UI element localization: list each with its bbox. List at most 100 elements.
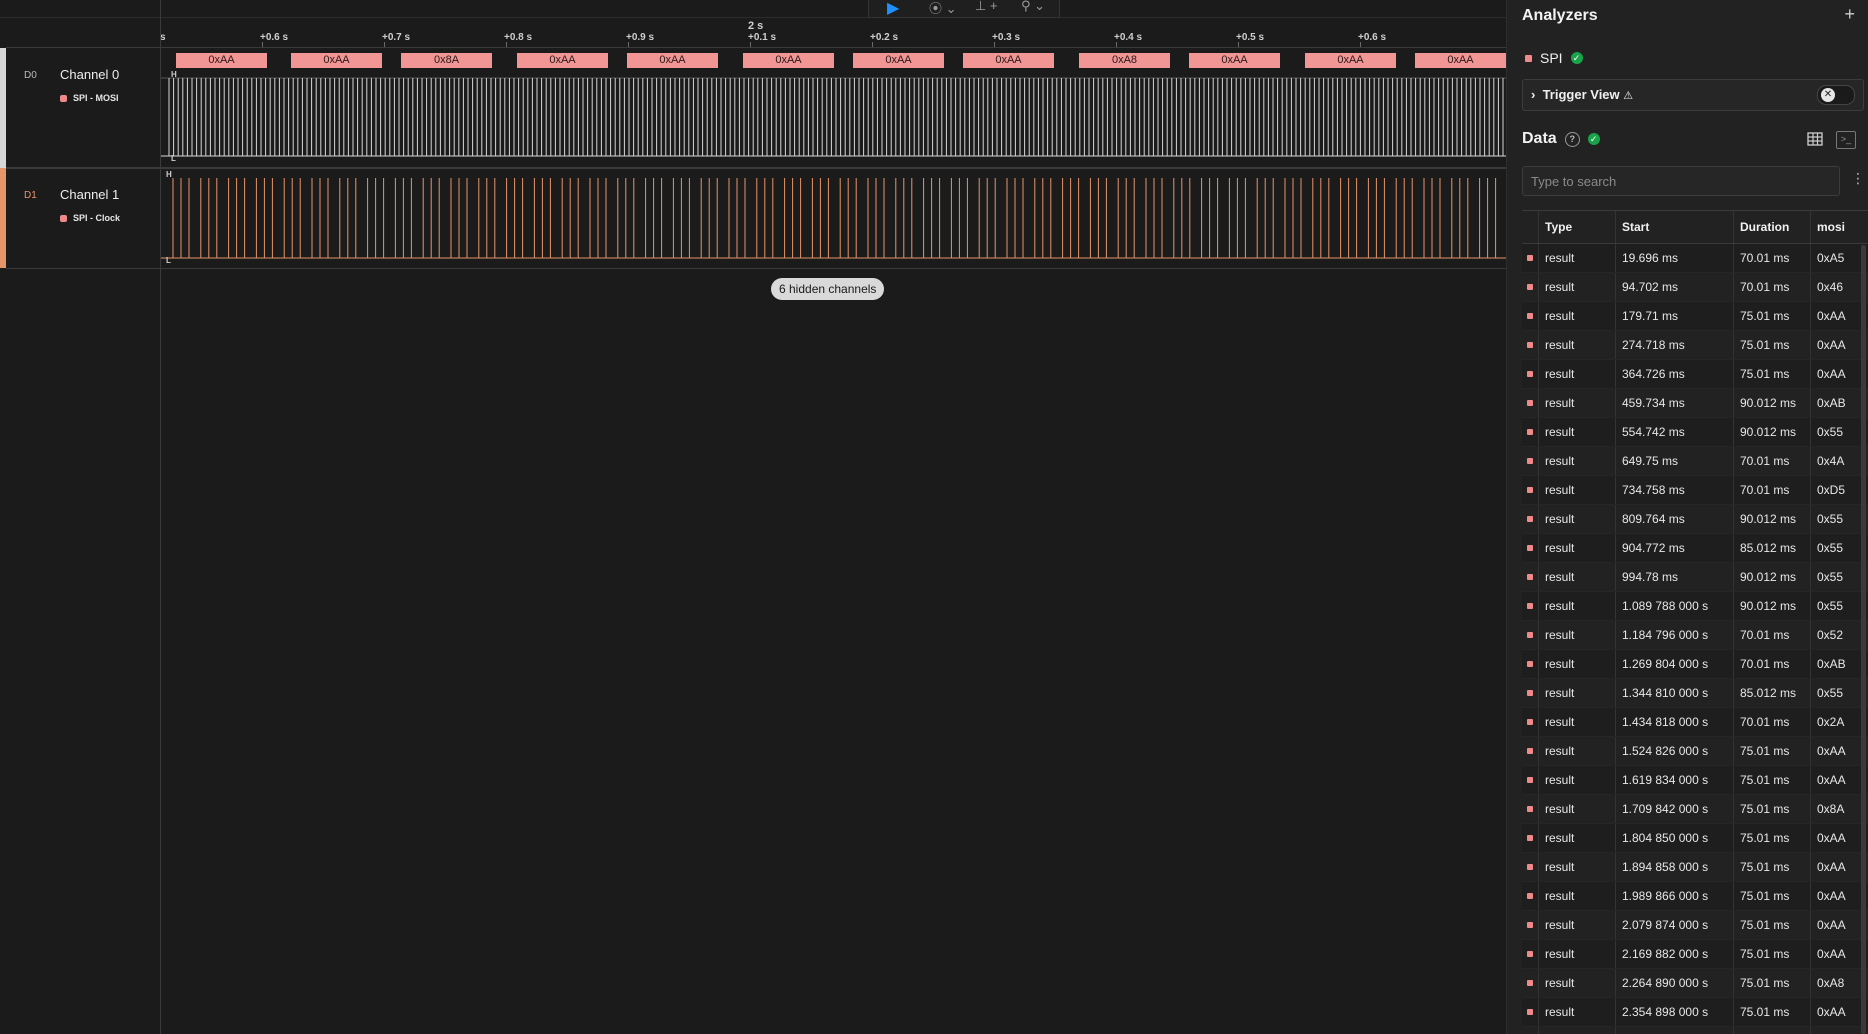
row-color-dot xyxy=(1527,661,1533,667)
table-row[interactable]: result 994.78 ms 90.012 ms 0x55 xyxy=(1522,563,1868,592)
channel-analyzer-label: SPI - Clock xyxy=(60,213,120,223)
table-row[interactable]: result 649.75 ms 70.01 ms 0x4A xyxy=(1522,447,1868,476)
table-scrollbar[interactable] xyxy=(1861,245,1866,1034)
add-measurement-icon[interactable]: ⊥ + xyxy=(975,0,998,14)
row-color-dot xyxy=(1527,574,1533,580)
wave-high-marker: H xyxy=(166,170,172,179)
table-row[interactable]: result 1.089 788 000 s 90.012 ms 0x55 xyxy=(1522,592,1868,621)
cell-type: result xyxy=(1545,425,1575,439)
time-ruler[interactable]: 2 s s +0.6 s +0.7 s +0.8 s +0.9 s +0.1 s +0.2 … xyxy=(0,0,1506,48)
cell-mosi: 0x8A xyxy=(1810,795,1868,823)
cell-duration: 90.012 ms xyxy=(1733,418,1820,446)
row-color-dot xyxy=(1527,458,1533,464)
cell-start: 1.089 788 000 s xyxy=(1615,592,1722,620)
table-row[interactable]: result 19.696 ms 70.01 ms 0xA5 xyxy=(1522,244,1868,273)
row-marker xyxy=(1522,853,1539,881)
row-marker xyxy=(1522,824,1539,852)
trigger-mode-icon[interactable]: ⦿ ⌄ xyxy=(929,0,957,16)
trigger-view-row[interactable]: › Trigger View ⚠ ✕ xyxy=(1522,79,1864,111)
cell-mosi: 0x4A xyxy=(1810,447,1868,475)
table-row[interactable]: result 1.184 796 000 s 70.01 ms 0x52 xyxy=(1522,621,1868,650)
cell-duration: 75.01 ms xyxy=(1733,940,1820,968)
table-row[interactable]: result 2.264 890 000 s 75.01 ms 0xA8 xyxy=(1522,969,1868,998)
row-marker xyxy=(1522,940,1539,968)
cell-type: result xyxy=(1545,396,1575,410)
table-row[interactable]: result 1.524 826 000 s 75.01 ms 0xAA xyxy=(1522,737,1868,766)
play-icon[interactable]: ▶ xyxy=(887,0,899,17)
cell-type: result xyxy=(1545,831,1575,845)
channel-row-0[interactable]: D0 Channel 0 SPI - MOSI 0xAA 0xAA 0x8A 0xAA… xyxy=(0,47,1506,169)
analyzer-item-spi[interactable]: SPI ✓ xyxy=(1525,50,1583,66)
row-marker xyxy=(1522,273,1539,301)
cell-duration: 85.012 ms xyxy=(1733,679,1820,707)
table-row[interactable]: result2.449 906 000 s 75.01 ms0xAA xyxy=(1522,1027,1868,1034)
terminal-icon[interactable]: >_ xyxy=(1836,131,1856,149)
data-section-title: Data ? ✓ xyxy=(1522,130,1600,148)
table-row[interactable]: result 179.71 ms 75.01 ms 0xAA xyxy=(1522,302,1868,331)
cell-type: result xyxy=(1545,338,1575,352)
table-row[interactable]: result 94.702 ms 70.01 ms 0x46 xyxy=(1522,273,1868,302)
trigger-view-toggle[interactable]: ✕ xyxy=(1817,85,1855,105)
table-row[interactable]: result 2.354 898 000 s 75.01 ms 0xAA xyxy=(1522,998,1868,1027)
table-row[interactable]: result 554.742 ms 90.012 ms 0x55 xyxy=(1522,418,1868,447)
cell-type: result xyxy=(1545,802,1575,816)
table-row[interactable]: result 904.772 ms 85.012 ms 0x55 xyxy=(1522,534,1868,563)
cell-start: 1.804 850 000 s xyxy=(1615,824,1722,852)
help-icon[interactable]: ? xyxy=(1564,131,1580,147)
channel-name[interactable]: Channel 1 xyxy=(60,187,119,202)
cell-start: 554.742 ms xyxy=(1615,418,1722,446)
column-header-type[interactable]: Type xyxy=(1545,211,1615,243)
row-color-dot xyxy=(1527,400,1533,406)
table-row[interactable]: result 364.726 ms 75.01 ms 0xAA xyxy=(1522,360,1868,389)
more-options-icon[interactable]: ⋮ xyxy=(1851,170,1865,187)
row-marker xyxy=(1522,708,1539,736)
hidden-channels-button[interactable]: 6 hidden channels xyxy=(771,278,885,300)
table-row[interactable]: result 1.894 858 000 s 75.01 ms 0xAA xyxy=(1522,853,1868,882)
channel-row-1[interactable]: D1 Channel 1 SPI - Clock HL xyxy=(0,167,1506,269)
cell-start: 274.718 ms xyxy=(1615,331,1722,359)
plus-icon[interactable]: + xyxy=(1844,4,1855,25)
table-row[interactable]: result 1.434 818 000 s 70.01 ms 0x2A xyxy=(1522,708,1868,737)
table-row[interactable]: result 1.269 804 000 s 70.01 ms 0xAB xyxy=(1522,650,1868,679)
row-color-dot xyxy=(1527,806,1533,812)
cell-duration: 70.01 ms xyxy=(1733,621,1820,649)
column-header-start[interactable]: Start xyxy=(1615,211,1722,243)
row-marker xyxy=(1522,592,1539,620)
row-marker xyxy=(1522,679,1539,707)
table-icon[interactable] xyxy=(1807,131,1823,147)
column-header-duration[interactable]: Duration xyxy=(1733,211,1820,243)
table-row[interactable]: result 2.169 882 000 s 75.01 ms 0xAA xyxy=(1522,940,1868,969)
row-marker xyxy=(1522,766,1539,794)
cell-mosi: 0xAB xyxy=(1810,389,1868,417)
table-row[interactable]: result 809.764 ms 90.012 ms 0x55 xyxy=(1522,505,1868,534)
row-color-dot xyxy=(1527,1009,1533,1015)
table-row[interactable]: result 2.079 874 000 s 75.01 ms 0xAA xyxy=(1522,911,1868,940)
table-row[interactable]: result 1.804 850 000 s 75.01 ms 0xAA xyxy=(1522,824,1868,853)
cell-type: result xyxy=(1545,628,1575,642)
channel-1-wave[interactable]: HL xyxy=(161,168,1506,268)
table-row[interactable]: result 734.758 ms 70.01 ms 0xD5 xyxy=(1522,476,1868,505)
row-color-dot xyxy=(1527,429,1533,435)
cell-type: result xyxy=(1545,773,1575,787)
table-row[interactable]: result 1.619 834 000 s 75.01 ms 0xAA xyxy=(1522,766,1868,795)
table-row[interactable]: result 274.718 ms 75.01 ms 0xAA xyxy=(1522,331,1868,360)
analyzer-label-text: SPI - Clock xyxy=(73,213,121,223)
column-header-mosi[interactable]: mosi xyxy=(1810,211,1868,243)
row-color-dot xyxy=(1527,632,1533,638)
row-color-dot xyxy=(1527,255,1533,261)
table-row[interactable]: result 1.344 810 000 s 85.012 ms 0x55 xyxy=(1522,679,1868,708)
table-row[interactable]: result 459.734 ms 90.012 ms 0xAB xyxy=(1522,389,1868,418)
table-row[interactable]: result 1.989 866 000 s 75.01 ms 0xAA xyxy=(1522,882,1868,911)
marker-icon[interactable]: ⚲ ⌄ xyxy=(1021,0,1045,14)
ruler-tick-label: +0.8 s xyxy=(504,32,533,43)
cell-start: 94.702 ms xyxy=(1615,273,1722,301)
channel-name[interactable]: Channel 0 xyxy=(60,67,119,82)
search-input[interactable] xyxy=(1522,166,1840,196)
cell-start: 364.726 ms xyxy=(1615,360,1722,388)
table-row[interactable]: result 1.709 842 000 s 75.01 ms 0x8A xyxy=(1522,795,1868,824)
cell-start: 19.696 ms xyxy=(1615,244,1722,272)
row-color-dot xyxy=(1527,893,1533,899)
channel-id: D0 xyxy=(24,70,37,81)
channel-0-wave[interactable]: 0xAA 0xAA 0x8A 0xAA 0xAA 0xAA 0xAA 0xAA 0xA8 0xAA… xyxy=(161,48,1506,168)
waveform-area[interactable]: 2 s s +0.6 s +0.7 s +0.8 s +0.9 s +0.1 s +0.2 … xyxy=(0,0,1506,1034)
